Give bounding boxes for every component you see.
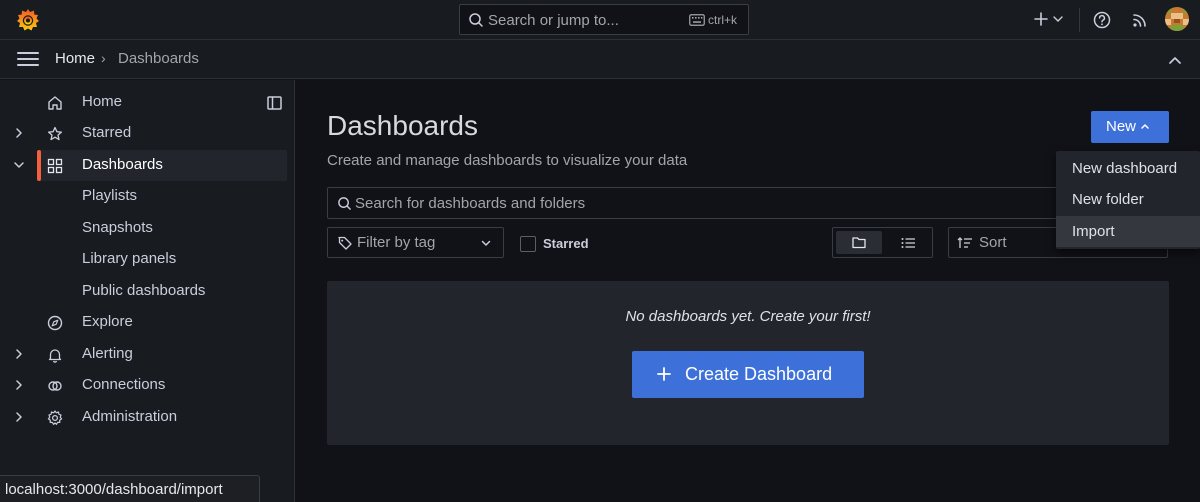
search-shortcut: ctrl+k xyxy=(708,13,738,27)
page-subtitle: Create and manage dashboards to visualiz… xyxy=(327,152,688,169)
sidebar-item-administration[interactable]: Administration xyxy=(0,402,290,433)
add-new-button[interactable] xyxy=(1033,10,1067,30)
create-dashboard-button[interactable]: Create Dashboard xyxy=(632,351,864,398)
folder-icon xyxy=(852,237,866,249)
new-button[interactable]: New xyxy=(1091,111,1169,143)
starred-checkbox-label[interactable]: Starred xyxy=(543,236,589,251)
keyboard-icon xyxy=(689,14,705,26)
page-title: Dashboards xyxy=(327,110,478,141)
sidebar-item-label: Library panels xyxy=(82,250,177,267)
sidebar-item-starred[interactable]: Starred xyxy=(0,118,290,149)
chevron-right-icon[interactable] xyxy=(12,126,26,140)
breadcrumb-current: Dashboards xyxy=(118,50,199,67)
menu-item-label: New folder xyxy=(1072,191,1144,208)
empty-state-message: No dashboards yet. Create your first! xyxy=(625,308,871,325)
grafana-logo-icon[interactable] xyxy=(15,7,41,33)
cog-icon xyxy=(46,409,64,427)
status-url: localhost:3000/dashboard/import xyxy=(5,481,223,498)
create-dashboard-label: Create Dashboard xyxy=(685,364,833,384)
bell-icon xyxy=(46,346,64,364)
chevron-right-icon[interactable] xyxy=(12,347,26,361)
link-status-bar: localhost:3000/dashboard/import xyxy=(0,475,260,502)
main-content: Dashboards Create and manage dashboards … xyxy=(296,80,1200,502)
sidebar-item-label: Explore xyxy=(82,313,133,330)
sort-amount-icon xyxy=(957,236,973,250)
sidebar-item-label: Snapshots xyxy=(82,219,153,236)
sidebar-item-label: Connections xyxy=(82,376,166,393)
sidebar-item-connections[interactable]: Connections xyxy=(0,370,290,401)
new-button-label: New xyxy=(1106,118,1137,135)
sidebar-item-alerting[interactable]: Alerting xyxy=(0,339,290,370)
sidebar-item-library-panels[interactable]: Library panels xyxy=(0,244,290,275)
sidebar-item-public-dashboards[interactable]: Public dashboards xyxy=(0,276,290,307)
tag-filter-select[interactable]: Filter by tag xyxy=(327,227,504,258)
menu-item-new-folder[interactable]: New folder xyxy=(1056,184,1200,215)
menu-item-import[interactable]: Import xyxy=(1056,216,1200,247)
folder-view-button[interactable] xyxy=(836,231,882,254)
chevron-right-icon[interactable] xyxy=(12,410,26,424)
sidebar-nav: Home Starred Dashboards Playlists Snapsh… xyxy=(0,80,295,502)
compass-icon xyxy=(46,314,64,332)
sidebar-item-label: Alerting xyxy=(82,345,133,362)
chevron-down-icon[interactable] xyxy=(12,158,26,172)
sidebar-item-explore[interactable]: Explore xyxy=(0,307,290,338)
sidebar-item-label: Playlists xyxy=(82,187,138,204)
home-icon xyxy=(46,94,64,112)
global-search-input[interactable]: Search or jump to... ctrl+k xyxy=(459,4,749,35)
menu-item-new-dashboard[interactable]: New dashboard xyxy=(1056,153,1200,184)
new-menu-dropdown: New dashboard New folder Import xyxy=(1056,151,1200,249)
sidebar-item-dashboards[interactable]: Dashboards xyxy=(37,150,287,181)
sidebar-item-label: Home xyxy=(82,93,123,110)
topbar-divider xyxy=(1079,8,1080,32)
list-view-button[interactable] xyxy=(887,231,931,254)
sidebar-item-label: Public dashboards xyxy=(82,282,206,299)
sidebar-item-label: Starred xyxy=(82,124,132,141)
rss-news-icon[interactable] xyxy=(1130,10,1150,30)
tag-filter-placeholder: Filter by tag xyxy=(357,234,436,251)
sidebar-item-snapshots[interactable]: Snapshots xyxy=(0,213,290,244)
search-icon xyxy=(337,196,352,211)
user-avatar[interactable] xyxy=(1165,7,1189,31)
view-mode-toggle xyxy=(832,227,933,258)
sidebar-item-label: Dashboards xyxy=(82,156,163,173)
breadcrumb-bar: Home › Dashboards xyxy=(0,40,1200,79)
tag-icon xyxy=(337,235,353,251)
search-placeholder: Search or jump to... xyxy=(488,12,619,29)
list-icon xyxy=(901,238,915,248)
menu-item-label: New dashboard xyxy=(1072,160,1178,177)
top-bar: Search or jump to... ctrl+k xyxy=(0,0,1200,40)
star-icon xyxy=(46,125,64,143)
dashboard-search-input[interactable]: Search for dashboards and folders xyxy=(327,187,1067,219)
breadcrumb-home-link[interactable]: Home xyxy=(55,50,95,67)
sidebar-item-playlists[interactable]: Playlists xyxy=(0,181,290,212)
apps-icon xyxy=(46,157,64,175)
help-icon[interactable] xyxy=(1092,10,1112,30)
link-icon xyxy=(46,377,64,395)
empty-state-panel: No dashboards yet. Create your first! Cr… xyxy=(327,281,1169,445)
active-indicator xyxy=(37,150,41,181)
sidebar-item-home[interactable]: Home xyxy=(0,87,290,118)
search-placeholder: Search for dashboards and folders xyxy=(355,195,586,212)
breadcrumb-separator: › xyxy=(101,50,106,66)
chevron-down-icon xyxy=(480,237,492,249)
chevron-up-icon xyxy=(1140,122,1150,130)
sidebar-item-label: Administration xyxy=(82,408,178,425)
chevron-right-icon[interactable] xyxy=(12,378,26,392)
plus-icon xyxy=(656,366,672,382)
menu-item-label: Import xyxy=(1072,223,1115,240)
sort-placeholder: Sort xyxy=(979,234,1007,251)
search-icon xyxy=(468,12,484,28)
menu-toggle-icon[interactable] xyxy=(17,51,39,67)
chevron-up-icon[interactable] xyxy=(1167,53,1183,67)
starred-checkbox[interactable] xyxy=(520,236,536,252)
